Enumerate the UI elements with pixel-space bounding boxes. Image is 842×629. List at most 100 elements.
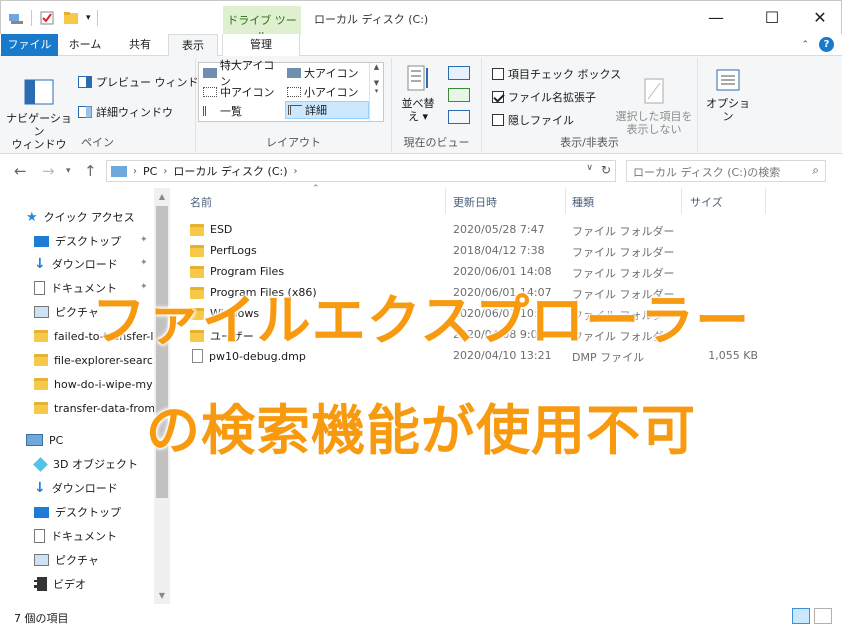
document-icon — [34, 529, 45, 543]
current-view-group-label: 現在のビュー — [403, 136, 470, 149]
breadcrumb-pc[interactable]: PC — [143, 165, 157, 178]
sidebar-item-label: ドキュメント — [51, 530, 117, 543]
layout-large-label: 大アイコン — [304, 67, 359, 80]
minimize-button[interactable]: — — [701, 7, 731, 29]
layout-list-label: 一覧 — [220, 105, 242, 118]
tab-home[interactable]: ホーム — [62, 34, 108, 56]
item-checkboxes-label: 項目チェック ボックス — [508, 68, 622, 81]
column-header-label: 名前 — [190, 196, 212, 209]
new-folder-icon[interactable] — [62, 9, 80, 27]
sidebar-item-downloads[interactable]: ↓ ダウンロード — [34, 253, 118, 275]
file-type: ファイル フォルダー — [572, 225, 675, 238]
scroll-down-icon[interactable]: ▼ — [154, 591, 170, 600]
forward-arrow-icon[interactable]: → — [42, 162, 55, 180]
column-header-size[interactable]: サイズ — [682, 188, 766, 214]
column-header-type[interactable]: 種類 — [566, 188, 682, 214]
collapse-ribbon-icon[interactable]: ⌃ — [801, 40, 809, 50]
sort-ascending-icon: ⌃ — [312, 184, 320, 194]
column-header-name[interactable]: ⌃ 名前 — [172, 184, 446, 214]
layout-gallery: 特大アイコン 大アイコン 中アイコン 小アイコン 一覧 詳細 ▲ ▼ ▾ — [198, 59, 384, 122]
maximize-button[interactable]: ☐ — [757, 7, 787, 29]
layout-small-icons[interactable]: 小アイコン — [285, 83, 369, 101]
large-icons-view-toggle-icon[interactable] — [814, 608, 832, 624]
sort-by-icon — [407, 65, 428, 91]
address-dropdown-icon[interactable]: ∨ — [586, 163, 593, 177]
file-extensions-checkbox[interactable] — [492, 91, 504, 103]
sidebar-item-documents[interactable]: ドキュメント — [34, 525, 117, 547]
hidden-items-checkbox[interactable] — [492, 114, 504, 126]
small-icons-icon — [287, 87, 301, 97]
layout-list[interactable]: 一覧 — [201, 102, 285, 120]
pc-breadcrumb-icon — [111, 165, 127, 177]
ribbon-tabs: ファイル ホーム 共有 表示 管理 ⌃ ? — [0, 34, 842, 57]
sidebar-item-desktop[interactable]: デスクトップ — [34, 230, 121, 252]
item-checkboxes-checkbox[interactable] — [492, 68, 504, 80]
column-header-label: 種類 — [572, 196, 594, 209]
pane-group-label: ペイン — [81, 136, 114, 149]
hidden-items-toggle[interactable]: 隠しファイル — [492, 112, 574, 128]
drive-icon[interactable] — [7, 9, 25, 27]
details-pane-label: 詳細ウィンドウ — [96, 106, 173, 119]
sidebar-item-label: file-explorer-searcl — [54, 353, 157, 367]
chevron-right-icon[interactable]: › — [163, 166, 167, 177]
close-button[interactable]: ✕ — [805, 7, 835, 29]
layout-medium-icons[interactable]: 中アイコン — [201, 83, 285, 101]
recent-locations-icon[interactable]: ▾ — [66, 166, 71, 176]
chevron-right-icon[interactable]: › — [133, 166, 137, 177]
qat-divider — [31, 10, 32, 26]
quick-access-toolbar: ▾ — [7, 9, 98, 27]
up-arrow-icon[interactable]: ↑ — [84, 162, 97, 180]
download-icon: ↓ — [34, 256, 46, 272]
hide-selected-label: 選択した項目を 表示しない — [615, 110, 693, 136]
layout-gallery-scroll[interactable]: ▲ ▼ ▾ — [369, 63, 383, 121]
column-header-date[interactable]: 更新日時 — [446, 188, 566, 214]
back-arrow-icon[interactable]: ← — [14, 162, 27, 180]
sidebar-item-label: ビデオ — [53, 578, 86, 591]
layout-extra-large-icons[interactable]: 特大アイコン — [201, 59, 285, 88]
sidebar-item-videos[interactable]: ビデオ — [34, 573, 86, 595]
sidebar-item-downloads[interactable]: ↓ ダウンロード — [34, 477, 118, 499]
tab-view[interactable]: 表示 — [168, 34, 218, 57]
search-input[interactable]: ローカル ディスク (C:)の検索 ⌕ — [626, 160, 826, 182]
help-icon[interactable]: ? — [819, 37, 834, 52]
item-checkboxes-toggle[interactable]: 項目チェック ボックス — [492, 66, 621, 82]
add-columns-icon[interactable] — [448, 88, 470, 102]
details-pane-button[interactable]: 詳細ウィンドウ — [78, 104, 173, 120]
table-row[interactable]: PerfLogs 2018/04/12 7:38 ファイル フォルダー — [172, 241, 772, 262]
preview-pane-label: プレビュー ウィンドウ — [96, 76, 210, 89]
tab-share[interactable]: 共有 — [118, 34, 162, 56]
scroll-up-icon[interactable]: ▲ — [154, 192, 170, 201]
pin-icon[interactable]: ✦ — [140, 258, 148, 268]
layout-details[interactable]: 詳細 — [285, 101, 369, 119]
qat-divider — [96, 10, 98, 26]
breadcrumb-local-disk[interactable]: ローカル ディスク (C:) — [173, 163, 287, 179]
pin-icon[interactable]: ✦ — [140, 235, 148, 245]
tab-file[interactable]: ファイル — [1, 34, 58, 56]
refresh-icon[interactable]: ↻ — [601, 163, 611, 177]
details-view-toggle-icon[interactable] — [792, 608, 810, 624]
file-extensions-toggle[interactable]: ファイル名拡張子 — [492, 89, 596, 105]
layout-large-icons[interactable]: 大アイコン — [285, 64, 369, 82]
options-icon — [716, 69, 740, 91]
preview-pane-icon — [78, 76, 92, 88]
size-columns-icon[interactable] — [448, 110, 470, 124]
search-icon[interactable]: ⌕ — [812, 163, 819, 178]
table-row[interactable]: ESD 2020/05/28 7:47 ファイル フォルダー — [172, 220, 772, 241]
navigation-pane-icon — [24, 79, 54, 105]
hidden-items-label: 隠しファイル — [508, 114, 574, 127]
sort-by-button[interactable]: 並べ替え ▾ — [398, 64, 438, 123]
properties-icon[interactable] — [38, 9, 56, 27]
qat-customize-icon[interactable]: ▾ — [86, 13, 91, 23]
options-button[interactable]: オプション — [702, 68, 754, 123]
address-bar[interactable]: › PC › ローカル ディスク (C:) › ∨ ↻ — [106, 160, 616, 182]
group-by-icon[interactable] — [448, 66, 470, 80]
tab-manage[interactable]: 管理 — [222, 34, 300, 56]
sidebar-item-pictures[interactable]: ピクチャ — [34, 549, 99, 571]
preview-pane-button[interactable]: プレビュー ウィンドウ — [78, 74, 210, 90]
pane-group: ナビゲーション ウィンドウ プレビュー ウィンドウ 詳細ウィンドウ ペイン — [0, 58, 210, 152]
chevron-right-icon[interactable]: › — [294, 166, 298, 177]
sidebar-item-desktop[interactable]: デスクトップ — [34, 501, 121, 523]
desktop-icon — [34, 235, 49, 247]
column-header-label: 更新日時 — [453, 196, 497, 209]
sidebar-item-quick-access[interactable]: ★ クイック アクセス — [26, 206, 135, 228]
